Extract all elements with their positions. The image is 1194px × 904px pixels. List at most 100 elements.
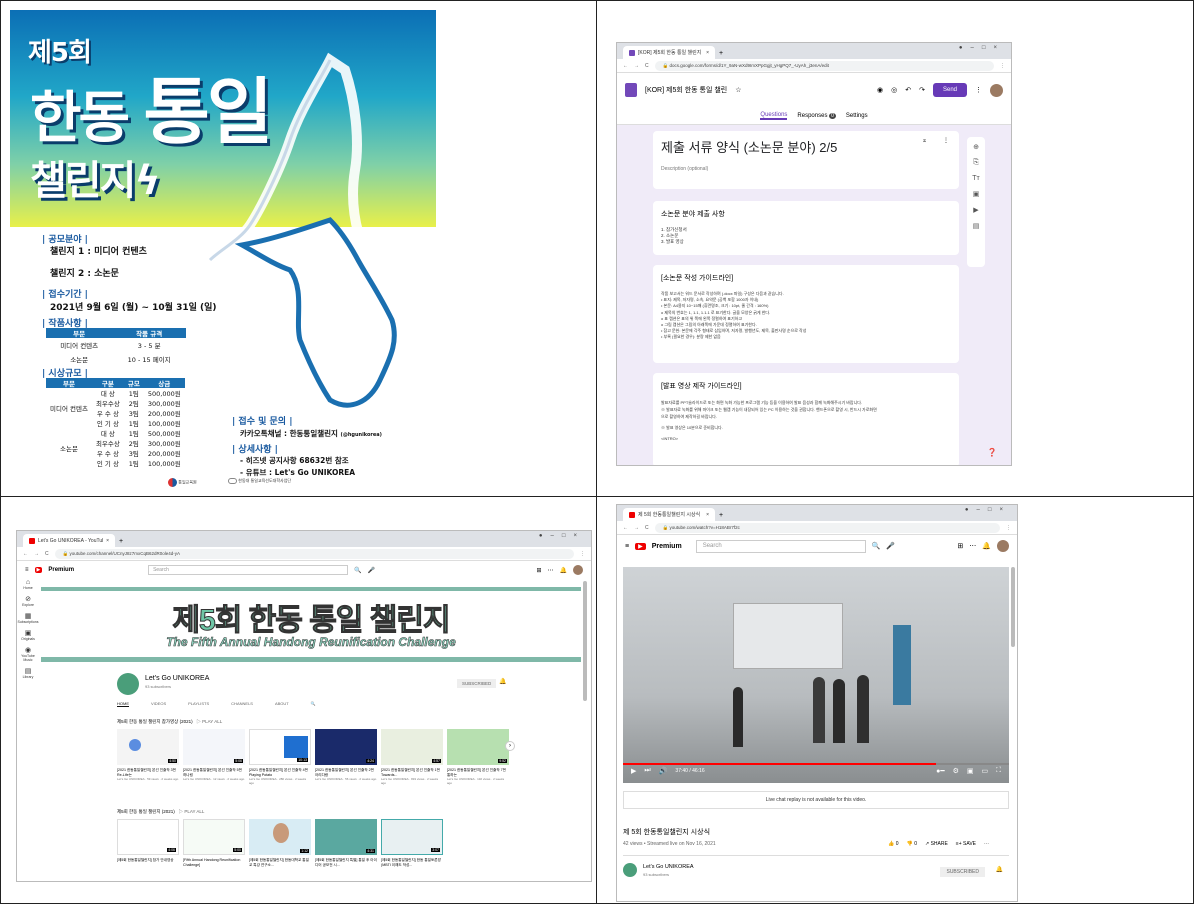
search-icon[interactable]: 🔍 (311, 701, 316, 707)
video-card[interactable]: 9:52 [2021 한동통일챌린지] 본선 진출작 7번 통하는 Let's Go… (447, 729, 509, 785)
add-question-icon[interactable]: ⊕ (973, 143, 979, 151)
autoplay-toggle[interactable]: ●━ (936, 767, 944, 775)
section-more-icon[interactable]: ⋮ (943, 137, 949, 144)
bell-icon[interactable]: 🔔 (982, 542, 991, 550)
tab-questions[interactable]: Questions (760, 112, 788, 120)
bell-icon[interactable]: 🔔 (560, 567, 567, 574)
palette-icon[interactable]: ◉ (877, 86, 883, 94)
more-icon[interactable]: ⋮ (975, 86, 982, 94)
sidebar-item-originals[interactable]: ▣ Originals (17, 629, 39, 641)
sidebar-item-library[interactable]: ▤ Library (17, 667, 39, 679)
next-icon[interactable]: ⏭ (644, 767, 650, 775)
chevron-right-icon[interactable]: › (505, 741, 515, 751)
add-image-icon[interactable]: ▣ (973, 190, 980, 198)
browser-tab[interactable]: [KOR] 제5회 한동 통일 챌린지 × (623, 46, 715, 59)
create-icon[interactable]: ⊞ (536, 567, 541, 574)
playlist2-title[interactable]: 제5회 한동 통일 챌린지 (2021) (117, 809, 175, 814)
video-card[interactable]: 4:50 [2021 한동통일챌린지] 본선 진출작 3번 Re-Life는 Let… (117, 729, 179, 785)
sidebar-item-home[interactable]: ⌂ Home (17, 579, 39, 590)
search-icon[interactable]: 🔍 (872, 542, 881, 550)
tab-about[interactable]: ABOUT (275, 701, 289, 707)
video-guideline-card[interactable]: [발표 영상 제작 가이드라인] 발표자료를 PPT슬라이드로 또는 화면 녹화… (653, 373, 959, 465)
channel-avatar[interactable] (623, 863, 637, 877)
window-controls[interactable]: ●–□× (959, 45, 1005, 51)
reload-icon[interactable]: C (645, 525, 649, 531)
menu-icon[interactable]: ≡ (625, 543, 629, 550)
preview-icon[interactable]: ◎ (891, 86, 897, 94)
window-controls[interactable]: ●–□× (539, 533, 585, 539)
add-video-icon[interactable]: ▶ (973, 206, 978, 214)
mic-icon[interactable]: 🎤 (368, 567, 375, 574)
channel-name[interactable]: Let's Go UNIKOREA (643, 864, 694, 870)
playlist1-title[interactable]: 제5회 한동 통일 챌린지 참가영상 (2021) (117, 719, 193, 724)
tab-channels[interactable]: CHANNELS (231, 701, 253, 707)
play-icon[interactable]: ▶ (631, 767, 636, 775)
back-icon[interactable]: ← (23, 551, 28, 557)
url-field[interactable]: 🔒 youtube.com/channel/UCnyJ8z7mxCqB62dR0… (54, 548, 574, 559)
bell-icon[interactable]: 🔔 (996, 866, 1003, 873)
video-card[interactable]: 4:06 [제5회 한동통일챌린지] 참가 안내영상 (117, 819, 179, 867)
menu-icon[interactable]: ≡ (25, 567, 29, 573)
star-icon[interactable]: ☆ (735, 86, 741, 94)
reload-icon[interactable]: C (45, 551, 49, 557)
close-icon[interactable]: × (106, 538, 109, 544)
theater-icon[interactable]: ▭ (981, 767, 988, 775)
undo-icon[interactable]: ↶ (905, 86, 911, 94)
paper-guideline-card[interactable]: [소논문 작성 가이드라인] 작품 보고서는 워드 문서로 작성하며 (.doc… (653, 265, 959, 363)
extensions-icon[interactable]: ⋮ (1000, 63, 1005, 69)
back-icon[interactable]: ← (623, 63, 628, 69)
save-button[interactable]: ≡+ SAVE (956, 841, 976, 847)
section-header-card[interactable]: 제출 서류 양식 (소논문 분야) 2/5 Description (optio… (653, 131, 959, 189)
new-tab-icon[interactable]: + (719, 50, 723, 57)
channel-name[interactable]: Let's Go UNIKOREA (145, 675, 209, 682)
fullscreen-icon[interactable]: ⛶ (996, 767, 1001, 775)
video-card[interactable]: 5:06 [2021 한동통일챌린지] 본선 진출작 5번 하나링 Let's Go… (183, 729, 245, 785)
browser-tab[interactable]: Let's Go UNIKOREA - YouTube × (23, 534, 115, 547)
youtube-logo-icon[interactable]: ▶ (34, 567, 43, 573)
avatar[interactable] (990, 83, 1003, 97)
channel-avatar[interactable] (117, 673, 139, 695)
tab-responses[interactable]: Responses 0 (797, 112, 836, 119)
reload-icon[interactable]: C (645, 63, 649, 69)
create-icon[interactable]: ⊞ (957, 542, 963, 550)
send-button[interactable]: Send (932, 83, 967, 97)
help-icon[interactable]: ❓ (987, 448, 997, 457)
new-tab-icon[interactable]: + (119, 538, 123, 545)
avatar[interactable] (573, 565, 583, 575)
settings-icon[interactable]: ⚙ (953, 767, 959, 775)
url-field[interactable]: 🔒 youtube.com/watch?v=H18ABr7f2c (654, 522, 1000, 533)
tab-videos[interactable]: VIDEOS (151, 701, 166, 707)
video-player[interactable]: ▶ ⏭ 🔊 37:40 / 46:16 ●━ ⚙ ▣ ▭ ⛶ (623, 567, 1009, 783)
tab-playlists[interactable]: PLAYLISTS (188, 701, 209, 707)
redo-icon[interactable]: ↷ (919, 86, 925, 94)
play-all-button[interactable]: ▷ PLAY ALL (179, 809, 205, 814)
search-input[interactable]: Search (148, 565, 349, 575)
window-controls[interactable]: ●–□× (965, 507, 1011, 513)
video-card[interactable]: 3:07 [제5회 한동통일챌린지] 한동 통일토론방(MBTI 이해도 작성..… (381, 819, 443, 867)
forward-icon[interactable]: → (634, 63, 639, 69)
video-card[interactable]: 10:13 [2021 한동통일챌린지] 본선 진출작 4번 Playing Po… (249, 729, 311, 785)
more-icon[interactable]: ⋯ (984, 841, 989, 847)
volume-icon[interactable]: 🔊 (659, 767, 668, 775)
new-tab-icon[interactable]: + (719, 512, 723, 519)
mic-icon[interactable]: 🎤 (886, 542, 895, 550)
play-all-button[interactable]: ▷ PLAY ALL (196, 719, 222, 724)
scrollbar[interactable] (583, 581, 587, 701)
add-title-icon[interactable]: Tт (972, 175, 979, 182)
video-card[interactable]: 5:00 [Fifth Annual Handong Reunification … (183, 819, 245, 867)
subscribed-button[interactable]: SUBSCRIBED (457, 679, 497, 688)
browser-tab[interactable]: 제 5회 한동통일챌린지 시상식 × (623, 508, 715, 521)
collapse-icon[interactable]: ⌅ (922, 137, 927, 144)
video-card[interactable]: 4:31 [제5회 한동통일챌린지 특별] 통일 후 아이디어 공모전 시... (315, 819, 377, 867)
search-icon[interactable]: 🔍 (354, 567, 361, 574)
miniplayer-icon[interactable]: ▣ (967, 767, 974, 775)
share-button[interactable]: ↗ SHARE (925, 841, 948, 847)
avatar[interactable] (997, 540, 1009, 552)
video-card[interactable]: 4:24 [2021 한동통일챌린지] 본선 진출작 2번 아리다랑 Let's G… (315, 729, 377, 785)
subscribed-button[interactable]: SUBSCRIBED (940, 867, 985, 877)
apps-icon[interactable]: ⋯ (548, 567, 554, 574)
video-card[interactable]: 4:57 [2021 한동통일챌린지] 본선 진출작 1번 Towards... L… (381, 729, 443, 785)
bell-icon[interactable]: 🔔 (499, 678, 506, 685)
scrollbar[interactable] (1011, 567, 1015, 647)
forward-icon[interactable]: → (34, 551, 39, 557)
